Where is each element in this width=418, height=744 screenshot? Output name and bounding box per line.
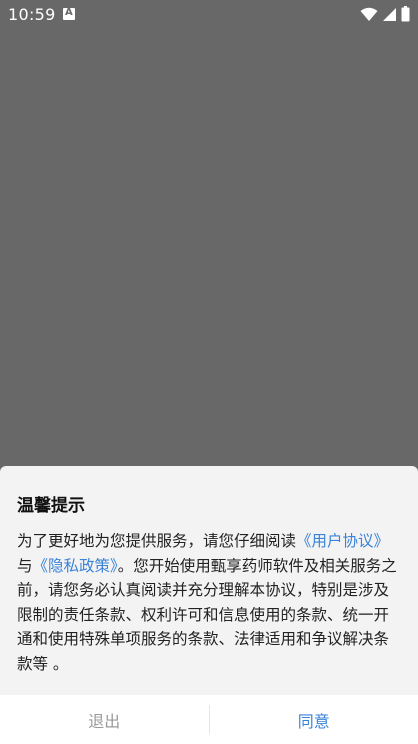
exit-button[interactable]: 退出 [0,695,209,744]
wifi-icon [360,7,378,21]
screen: 10:59 温馨提示 为了更好地为您提供服务，请您仔细阅读《用户协议》与《隐私政… [0,0,418,744]
dialog-body: 为了更好地为您提供服务，请您仔细阅读《用户协议》与《隐私政策》。您开始使用甄享药… [17,529,403,676]
status-time: 10:59 [8,5,56,24]
dialog-title: 温馨提示 [17,496,85,516]
app-notification-icon [63,7,75,20]
agree-button[interactable]: 同意 [210,695,418,744]
status-icons [360,5,410,23]
status-bar: 10:59 [0,0,418,30]
privacy-policy-link[interactable]: 《隐私政策》 [33,557,118,575]
dialog-button-row: 退出 同意 [0,695,418,744]
dialog-body-text-1: 为了更好地为您提供服务，请您仔细阅读 [17,532,297,550]
battery-icon [401,6,410,22]
user-agreement-link[interactable]: 《用户协议》 [296,532,389,550]
dialog-body-text-2: 与 [17,556,33,575]
cellular-signal-icon [383,7,396,21]
